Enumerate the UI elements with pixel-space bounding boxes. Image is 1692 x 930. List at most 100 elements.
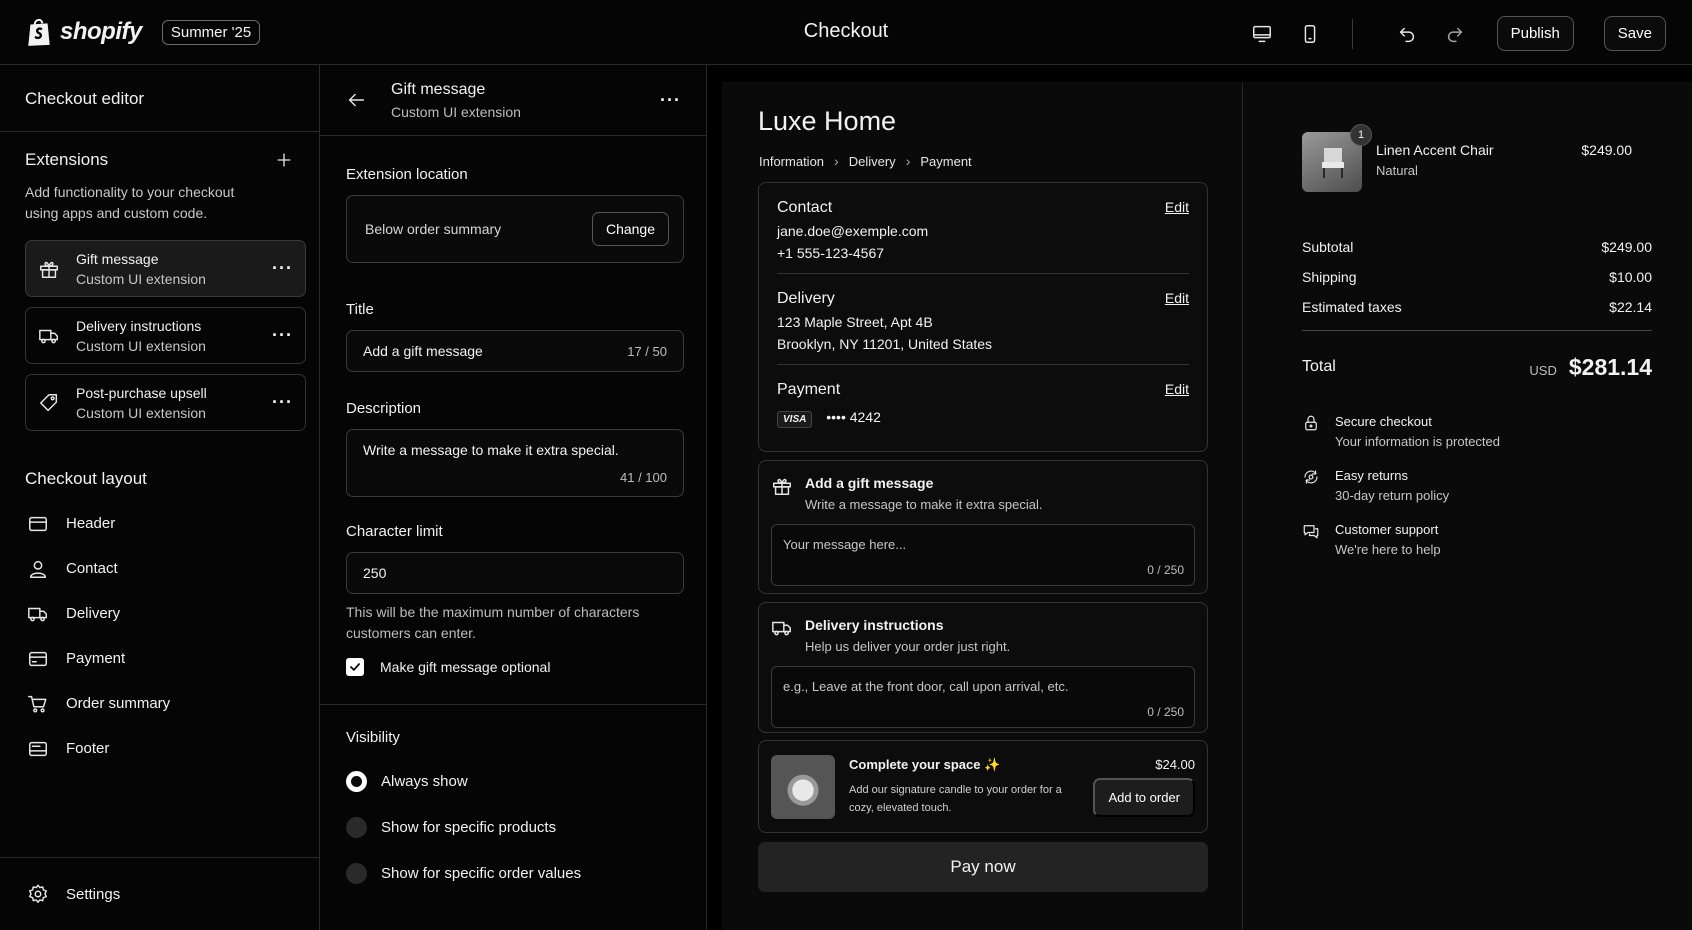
upsell-text: Complete your space ✨ Add our signature …	[849, 757, 1069, 817]
shipping-row: Shipping $10.00	[1302, 262, 1652, 292]
visa-logo: VISA	[777, 411, 813, 428]
layout-item-contact[interactable]: Contact	[27, 546, 319, 591]
save-button[interactable]: Save	[1603, 16, 1666, 51]
delivery-instructions-placeholder: e.g., Leave at the front door, call upon…	[783, 679, 1069, 694]
brand[interactable]: shopify Summer '25	[26, 17, 261, 47]
card-number: •••• 4242	[826, 409, 881, 425]
taxes-label: Estimated taxes	[1302, 299, 1402, 315]
toolbar-divider	[1351, 18, 1353, 49]
mobile-view-button[interactable]	[1292, 17, 1328, 51]
extension-card-post-purchase-upsell[interactable]: Post-purchase upsell Custom UI extension…	[25, 374, 306, 431]
breadcrumb-item[interactable]: Information	[759, 154, 824, 169]
extensions-description: Add functionality to your checkout using…	[25, 184, 235, 221]
description-textarea[interactable]: Write a message to make it extra special…	[346, 429, 684, 497]
title-char-counter: 17 / 50	[627, 343, 667, 359]
character-limit-input[interactable]: 250	[346, 552, 684, 594]
trust-easy-returns: Easy returns 30-day return policy	[1302, 466, 1652, 520]
returns-icon	[1302, 466, 1320, 486]
edit-contact-link[interactable]: Edit	[1165, 199, 1189, 217]
more-options-icon[interactable]: ···	[272, 325, 293, 346]
gift-message-subtitle: Write a message to make it extra special…	[805, 497, 1043, 512]
credit-card-icon	[27, 648, 49, 670]
cart-icon	[27, 693, 49, 715]
visibility-option-always[interactable]: Always show	[320, 758, 706, 804]
breadcrumb-item[interactable]: Payment	[920, 154, 971, 169]
gift-icon	[38, 258, 60, 280]
trust-title: Customer support	[1335, 522, 1439, 537]
totals-divider	[1302, 330, 1652, 331]
lock-icon	[1302, 412, 1320, 432]
layout-item-header[interactable]: Header	[27, 501, 319, 546]
delivery-instructions-head: Delivery instructions Help us deliver yo…	[771, 617, 1195, 654]
more-options-icon[interactable]: ···	[272, 392, 293, 413]
payment-title: Payment	[777, 381, 841, 398]
extension-subtitle: Custom UI extension	[76, 270, 206, 287]
layout-item-payment[interactable]: Payment	[27, 636, 319, 681]
chevron-right-icon: ›	[834, 153, 839, 169]
delivery-instructions-subtitle: Help us deliver your order just right.	[805, 639, 1011, 654]
redo-button[interactable]	[1437, 17, 1473, 51]
optional-checkbox[interactable]	[346, 658, 364, 676]
layout-item-footer[interactable]: Footer	[27, 726, 319, 771]
optional-checkbox-label: Make gift message optional	[380, 659, 551, 675]
edit-payment-link[interactable]: Edit	[1165, 381, 1189, 399]
desktop-view-button[interactable]	[1244, 17, 1280, 51]
add-extension-button[interactable]	[274, 150, 294, 170]
description-label: Description	[346, 400, 422, 417]
radio-selected[interactable]	[346, 770, 367, 792]
settings-link[interactable]: Settings	[0, 857, 320, 930]
quantity-badge: 1	[1350, 124, 1372, 146]
extensions-title: Extensions	[25, 150, 109, 169]
extension-settings-panel: Gift message Custom UI extension ··· Ext…	[320, 65, 707, 930]
radio-unselected[interactable]	[346, 816, 367, 838]
extension-settings-titles: Gift message Custom UI extension	[391, 81, 660, 120]
gift-message-placeholder: Your message here...	[783, 537, 907, 552]
trust-text: Easy returns 30-day return policy	[1335, 466, 1449, 506]
left-panel-title: Checkout editor	[0, 65, 319, 132]
payment-section: Payment Edit VISA •••• 4242	[777, 365, 1189, 440]
more-options-icon[interactable]: ···	[660, 90, 681, 111]
breadcrumb-item[interactable]: Delivery	[849, 154, 896, 169]
visibility-option-order-values[interactable]: Show for specific order values	[320, 850, 706, 896]
upsell-description: Add our signature candle to your order f…	[849, 783, 1062, 814]
delivery-instructions-title: Delivery instructions	[805, 617, 944, 633]
extension-card-text: Delivery instructions Custom UI extensio…	[76, 318, 272, 354]
optional-checkbox-row[interactable]: Make gift message optional	[320, 644, 706, 676]
extension-card-gift-message[interactable]: Gift message Custom UI extension ···	[25, 240, 306, 297]
pay-now-button[interactable]: Pay now	[758, 842, 1208, 892]
layout-item-delivery[interactable]: Delivery	[27, 591, 319, 636]
truck-icon	[27, 603, 49, 625]
edit-delivery-link[interactable]: Edit	[1165, 290, 1189, 308]
layout-list: Header Contact Delivery Payment Order su…	[0, 501, 319, 771]
undo-button[interactable]	[1389, 17, 1425, 51]
contact-head: Contact Edit	[777, 199, 1189, 217]
truck-icon	[771, 617, 793, 639]
layout-item-order-summary[interactable]: Order summary	[27, 681, 319, 726]
more-options-icon[interactable]: ···	[272, 258, 293, 279]
upsell-price: $24.00	[1155, 756, 1195, 772]
chat-icon	[1302, 520, 1320, 540]
publish-button[interactable]: Publish	[1496, 16, 1574, 51]
extension-settings-subtitle: Custom UI extension	[391, 103, 521, 120]
visibility-option-products[interactable]: Show for specific products	[320, 804, 706, 850]
total-amount-group: USD $281.14	[1529, 354, 1652, 381]
section-divider	[320, 704, 706, 705]
release-badge: Summer '25	[161, 19, 261, 45]
add-to-order-button[interactable]: Add to order	[1093, 777, 1195, 817]
chevron-right-icon: ›	[905, 153, 911, 169]
change-location-button[interactable]: Change	[591, 212, 669, 246]
trust-secure-checkout: Secure checkout Your information is prot…	[1302, 412, 1652, 466]
shipping-value: $10.00	[1609, 269, 1652, 285]
radio-unselected[interactable]	[346, 862, 367, 884]
back-arrow-icon[interactable]	[345, 89, 367, 111]
mobile-icon	[1299, 23, 1321, 45]
contact-phone: +1 555-123-4567	[777, 245, 885, 261]
title-input[interactable]: Add a gift message 17 / 50	[346, 330, 684, 372]
description-value: Write a message to make it extra special…	[363, 442, 619, 458]
extension-card-delivery-instructions[interactable]: Delivery instructions Custom UI extensio…	[25, 307, 306, 364]
layout-item-label: Order summary	[66, 695, 171, 712]
contact-title: Contact	[777, 199, 833, 216]
gift-message-input[interactable]: Your message here... 0 / 250	[771, 524, 1195, 586]
shipping-label: Shipping	[1302, 269, 1357, 285]
delivery-instructions-input[interactable]: e.g., Leave at the front door, call upon…	[771, 666, 1195, 728]
